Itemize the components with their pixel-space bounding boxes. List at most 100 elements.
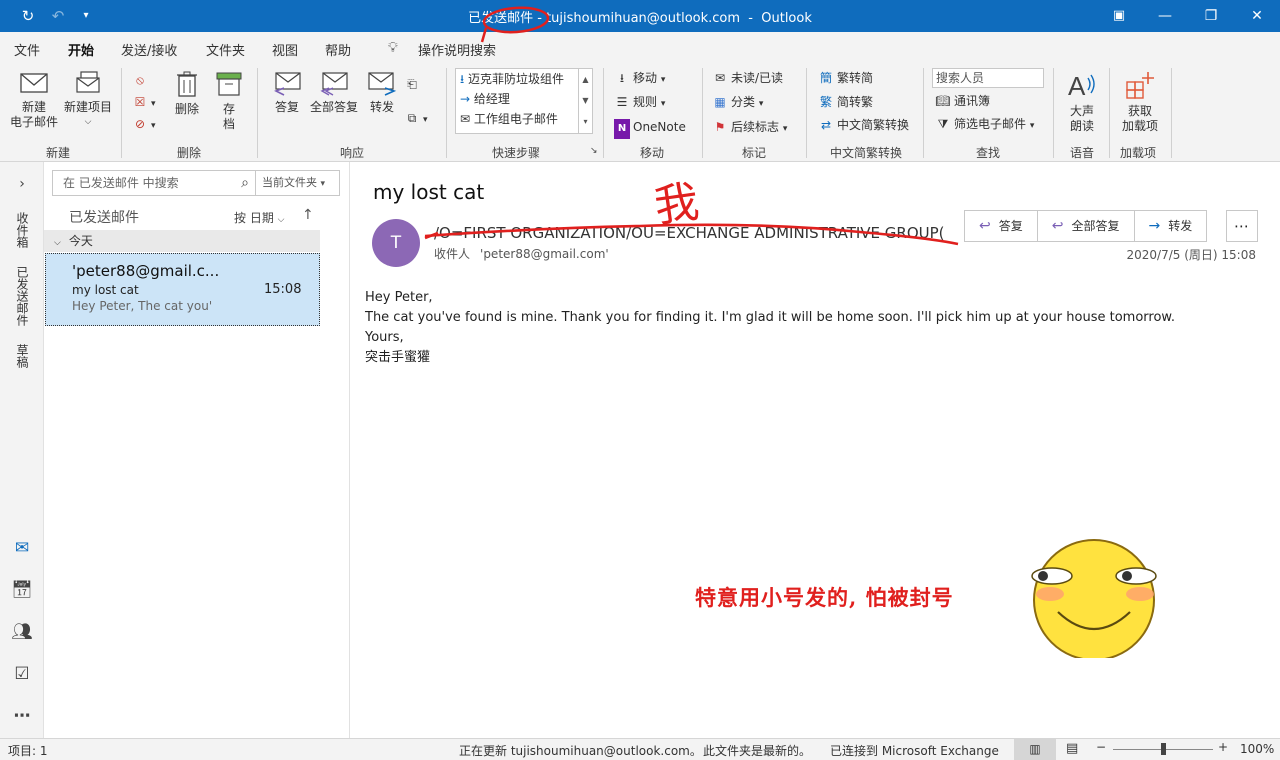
filter-email-button[interactable]: ⧩ 筛选电子邮件 ▾ <box>935 114 1035 134</box>
search-scope-dropdown[interactable]: 当前文件夹 ▾ <box>256 170 340 196</box>
move-to-folder-icon: ⭳ <box>460 72 465 86</box>
sort-direction-icon[interactable]: ↑ <box>302 207 314 223</box>
address-book-button[interactable]: 📖︎ 通讯簿 <box>935 91 990 111</box>
group-divider <box>257 68 258 158</box>
zoom-slider-thumb[interactable] <box>1161 743 1166 755</box>
to-value[interactable]: 'peter88@gmail.com' <box>480 247 609 261</box>
read-aloud-button[interactable]: A 大声 朗读 <box>1062 70 1102 134</box>
to-label: 收件人 <box>434 247 471 261</box>
zoom-in-icon[interactable]: + <box>1218 740 1228 754</box>
nav-sent[interactable]: 已发送邮件 <box>14 266 31 326</box>
reading-view-icon[interactable]: ▤ <box>1066 741 1078 756</box>
group-divider <box>121 68 122 158</box>
body-line: 突击手蜜獾 <box>365 350 431 365</box>
search-icon[interactable]: ⌕ <box>241 171 249 195</box>
group-tags-label: 标记 <box>742 146 767 160</box>
title-bar: ↻ ↶ ▾ 已发送邮件 - tujishoumihuan@outlook.com… <box>0 0 1280 32</box>
convert-button[interactable]: ⇄ 中文简繁转换 <box>818 115 909 135</box>
follow-up-button[interactable]: ⚑ 后续标志 ▾ <box>712 117 788 137</box>
delete-button[interactable]: 删除 <box>170 70 204 117</box>
tab-home[interactable]: 开始 <box>68 40 95 65</box>
group-find-label: 查找 <box>976 146 1001 160</box>
zoom-out-icon[interactable]: − <box>1096 740 1106 754</box>
quick-step-item[interactable]: ⭳ 迈克菲防垃圾组件 <box>456 69 592 89</box>
ribbon-tabs: 文件 开始 发送/接收 文件夹 视图 帮助 💡︎ 操作说明搜索 <box>0 32 1280 65</box>
group-header-today[interactable]: ⌵ 今天 <box>44 230 320 252</box>
more-respond-icon: ⧉ <box>407 111 417 125</box>
reading-pane: my lost cat T /O=FIRST ORGANIZATION/OU=E… <box>350 162 1280 738</box>
unread-read-button[interactable]: ✉ 未读/已读 <box>712 68 783 88</box>
status-item-count: 项目: 1 <box>8 744 48 758</box>
tell-me-search[interactable]: 操作说明搜索 <box>418 40 496 59</box>
meeting-reply-button[interactable]: ⎗ <box>404 74 423 94</box>
junk-button[interactable]: ⊘ ▾ <box>132 114 156 134</box>
minimize-button[interactable]: — <box>1142 0 1188 32</box>
zoom-level[interactable]: 100% <box>1240 742 1274 756</box>
lightbulb-icon: 💡︎ <box>388 40 398 56</box>
more-apps-icon[interactable]: ⋯ <box>10 704 34 728</box>
open-envelope-icon: ✉ <box>714 71 726 85</box>
quick-steps-scroll[interactable]: ▲ ▼ ▾ <box>578 69 592 133</box>
search-people-input[interactable]: 搜索人员 <box>932 68 1044 88</box>
new-items-button[interactable]: 新建项目 ⌵ <box>60 70 116 130</box>
archive-button[interactable]: 存 档 <box>212 70 246 132</box>
trad-to-simp-button[interactable]: 簡繁转简 <box>818 68 873 88</box>
message-date: 2020/7/5 (周日) 15:08 <box>1126 248 1256 262</box>
group-divider <box>923 68 924 158</box>
nav-drafts[interactable]: 草稿 <box>14 344 31 368</box>
onenote-icon: N <box>614 119 630 139</box>
ignore-button[interactable]: ⦸ <box>132 70 151 90</box>
new-email-button[interactable]: 新建 电子邮件 <box>8 70 60 130</box>
tasks-icon[interactable]: ☑ <box>10 662 34 686</box>
avatar[interactable]: T <box>372 219 420 267</box>
search-input[interactable]: 在 已发送邮件 中搜索 ⌕ <box>52 170 256 196</box>
more-actions-button[interactable]: ⋯ <box>1226 210 1258 242</box>
mail-icon[interactable]: ✉ <box>10 536 34 560</box>
more-respond-button[interactable]: ⧉ ▾ <box>404 108 428 128</box>
forward-button[interactable]: → 转发 <box>1135 211 1207 241</box>
cleanup-button[interactable]: ☒ ▾ <box>132 92 156 112</box>
calendar-icon[interactable]: 📅︎ <box>10 578 34 602</box>
quick-step-item[interactable]: → 给经理 <box>456 89 592 109</box>
onenote-button[interactable]: N OneNote <box>614 117 686 139</box>
tab-send-receive[interactable]: 发送/接收 <box>121 40 177 59</box>
arrow-right-icon: → <box>460 92 471 106</box>
reply-icon <box>274 72 301 96</box>
simp-to-trad-button[interactable]: 繁简转繁 <box>818 92 873 112</box>
restore-button[interactable]: ❐ <box>1188 0 1234 32</box>
recipient-line: 收件人 'peter88@gmail.com' <box>434 245 619 262</box>
expand-folder-pane-icon[interactable]: › <box>10 172 34 196</box>
sender-name[interactable]: /O=FIRST ORGANIZATION/OU=EXCHANGE ADMINI… <box>434 224 944 242</box>
body-line: Hey Peter, <box>365 290 433 305</box>
rules-button[interactable]: ☰ 规则 ▾ <box>614 92 666 112</box>
trash-icon <box>177 71 197 97</box>
move-button[interactable]: ⭳ 移动 ▾ <box>614 68 665 88</box>
get-addins-button[interactable]: 获取 加载项 <box>1118 70 1162 134</box>
tab-help[interactable]: 帮助 <box>325 40 351 59</box>
forward-button[interactable]: 转发 <box>364 70 400 115</box>
ignore-icon: ⦸ <box>136 73 144 87</box>
tab-file[interactable]: 文件 <box>14 40 40 59</box>
dialog-launcher-icon[interactable]: ↘ <box>590 146 598 156</box>
group-divider <box>1053 68 1054 158</box>
reply-all-button[interactable]: ↩ 全部答复 <box>1038 211 1135 241</box>
sort-dropdown[interactable]: 按 日期 ⌵ <box>234 209 284 226</box>
list-item-preview: Hey Peter, The cat you' <box>72 299 213 313</box>
reply-all-button[interactable]: 全部答复 <box>308 70 360 115</box>
quick-step-item[interactable]: ✉ 工作组电子邮件 <box>456 109 592 129</box>
tab-folder[interactable]: 文件夹 <box>206 40 245 59</box>
categorize-button[interactable]: ▦ 分类 ▾ <box>712 92 763 112</box>
group-divider <box>446 68 447 158</box>
nav-inbox[interactable]: 收件箱 <box>14 212 31 248</box>
reply-all-icon: ↩ <box>1051 218 1064 234</box>
calendar-reply-icon: ⎗ <box>407 77 417 91</box>
people-icon[interactable]: 👥︎ <box>10 620 34 644</box>
reply-button[interactable]: ↩ 答复 <box>965 211 1038 241</box>
reply-button[interactable]: 答复 <box>268 70 306 115</box>
list-item[interactable]: 'peter88@gmail.c... my lost cat 15:08 He… <box>45 253 320 326</box>
ribbon-display-options-icon[interactable]: ▣ <box>1096 0 1142 32</box>
junk-icon: ⊘ <box>134 117 146 131</box>
tab-view[interactable]: 视图 <box>272 40 298 59</box>
close-button[interactable]: ✕ <box>1234 0 1280 32</box>
normal-view-icon[interactable]: ▥ <box>1014 739 1056 760</box>
